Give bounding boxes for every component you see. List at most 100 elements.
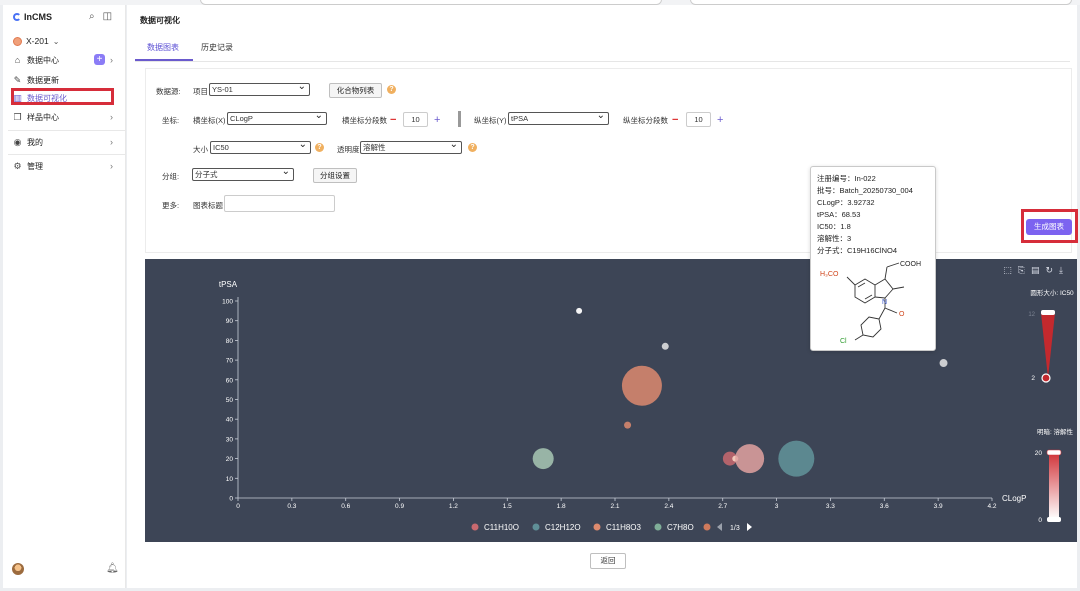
search-icon[interactable]: ⌕ <box>89 12 95 22</box>
brand[interactable]: InCMS <box>13 12 52 22</box>
x-tick-label: 0.9 <box>395 503 404 510</box>
x-tick-label: 3.9 <box>934 503 943 510</box>
group-settings-button[interactable]: 分组设置 <box>313 168 357 183</box>
group-select[interactable]: 分子式 <box>192 166 294 181</box>
data-point <box>532 448 554 470</box>
y-tick-label: 90 <box>226 318 234 325</box>
chart-title-label: 图表标题 <box>193 201 223 210</box>
sidebar-item-label: 数据中心 <box>27 55 59 65</box>
struct-n-label: N <box>882 299 887 306</box>
y-segments-increment[interactable]: + <box>717 115 723 126</box>
struct-methoxy-label: H₃CO <box>820 271 839 278</box>
size-legend-handle-bottom <box>1041 373 1051 383</box>
y-axis-select[interactable]: tPSA <box>508 110 609 125</box>
help-icon[interactable]: ? <box>468 143 477 152</box>
project-label: 项目 <box>193 87 208 96</box>
sidebar-item-data-visualization[interactable]: ▥ 数据可视化 <box>11 88 123 105</box>
pencil-icon: ✎ <box>13 74 22 85</box>
data-point <box>778 440 815 477</box>
bubble-chart[interactable]: tPSA CLogP 0 10 20 30 40 50 60 70 80 90 100 0 0.3 0.6 0.… <box>145 259 1077 542</box>
bell-icon[interactable]: 🔔︎ <box>106 563 119 574</box>
divider <box>8 130 125 131</box>
data-view-icon[interactable]: ▤ <box>1031 266 1040 275</box>
data-point <box>735 444 765 474</box>
chevron-right-icon: › <box>110 55 113 65</box>
chevron-right-icon: › <box>110 112 113 122</box>
x-segments-increment[interactable]: + <box>434 115 440 126</box>
y-segments-decrement[interactable]: − <box>672 115 678 126</box>
y-tick-label: 0 <box>229 496 233 503</box>
x-axis-select[interactable]: CLogP <box>227 110 327 125</box>
workspace-selector[interactable]: X-201 ⌄ <box>13 36 59 46</box>
x-tick-label: 0 <box>236 503 240 510</box>
brand-name: InCMS <box>24 12 52 22</box>
x-tick-label: 1.5 <box>503 503 512 510</box>
size-legend-gradient <box>1041 313 1055 378</box>
tab-data-chart[interactable]: 数据图表 <box>147 42 179 53</box>
legend-page: 1/3 <box>730 525 740 532</box>
project-select[interactable]: YS-01 <box>209 81 310 96</box>
sidebar-item-label: 样品中心 <box>27 112 59 122</box>
collapse-sidebar-icon[interactable]: ◫ <box>103 12 112 22</box>
legend-next-arrow <box>747 523 752 531</box>
generate-chart-button[interactable]: 生成图表 <box>1026 219 1072 235</box>
restore-icon[interactable]: ↻ <box>1045 266 1053 275</box>
y-segments-label: 纵坐标分段数 <box>623 116 668 125</box>
x-tick-label: 3.3 <box>826 503 835 510</box>
x-axis-title: CLogP <box>1002 494 1026 503</box>
point-tooltip: 注册编号：In-022 批号：Batch_20250730_004 CLogP：… <box>810 166 936 351</box>
opacity-legend-min: 0 <box>1038 517 1042 524</box>
help-icon[interactable]: ? <box>315 143 324 152</box>
legend-marker <box>593 523 601 531</box>
legend-prev-arrow <box>717 523 722 531</box>
sidebar-item-data-center[interactable]: ⌂ 数据中心 + › <box>13 53 123 67</box>
page-title: 数据可视化 <box>140 16 180 25</box>
download-icon[interactable]: ⤓ <box>1059 266 1063 275</box>
logo-icon <box>13 13 21 21</box>
opacity-select[interactable]: 溶解性 <box>360 139 462 154</box>
x-segments-decrement[interactable]: − <box>390 115 396 126</box>
y-axis-title: tPSA <box>219 280 238 289</box>
struct-cooh-label: COOH <box>900 261 921 268</box>
sidebar-item-admin[interactable]: ⚙ 管理 › <box>13 159 123 173</box>
legend-label: C12H12O <box>545 523 581 532</box>
compound-list-button[interactable]: 化合物列表 <box>329 83 382 98</box>
chart-title-input[interactable] <box>224 195 335 212</box>
opacity-legend-handle-top <box>1046 449 1062 456</box>
x-segments-input[interactable]: 10 <box>403 112 428 127</box>
data-point <box>939 359 948 368</box>
y-tick-label: 80 <box>226 338 234 345</box>
sidebar-item-label: 数据更新 <box>27 75 59 85</box>
add-icon[interactable]: + <box>94 54 105 65</box>
sidebar-item-mine[interactable]: ◉ 我的 › <box>13 135 123 149</box>
x-axis-label: 横坐标(X) <box>193 116 226 125</box>
tab-history[interactable]: 历史记录 <box>201 42 233 53</box>
zoom-reset-icon[interactable]: ⎘ <box>1018 266 1025 275</box>
sidebar-item-label: 管理 <box>27 161 43 171</box>
size-select[interactable]: IC50 <box>210 139 311 154</box>
legend-marker <box>703 523 711 531</box>
y-segments-input[interactable]: 10 <box>686 112 711 127</box>
zoom-icon[interactable]: ⬚ <box>1003 266 1012 275</box>
opacity-legend-handle-bottom <box>1047 517 1061 522</box>
sidebar-item-sample-center[interactable]: ❒ 样品中心 › <box>13 110 123 124</box>
box-icon: ❒ <box>13 111 22 122</box>
x-tick-label: 3 <box>775 503 779 510</box>
sidebar-item-data-update[interactable]: ✎ 数据更新 <box>13 73 123 87</box>
x-tick-label: 2.7 <box>718 503 727 510</box>
size-legend-handle-top <box>1041 310 1055 315</box>
legend-label: C11H10O <box>484 523 519 532</box>
y-tick-label: 30 <box>226 436 234 443</box>
avatar[interactable] <box>12 563 24 575</box>
size-label: 大小 <box>193 145 208 154</box>
data-point <box>621 365 662 406</box>
help-icon[interactable]: ? <box>387 85 396 94</box>
y-tick-label: 20 <box>226 456 234 463</box>
y-tick-label: 10 <box>226 476 234 483</box>
divider <box>8 154 125 155</box>
x-tick-label: 2.1 <box>610 503 619 510</box>
y-tick-label: 70 <box>226 358 234 365</box>
y-tick-label: 50 <box>226 397 234 404</box>
x-tick-label: 0.3 <box>287 503 296 510</box>
return-button[interactable]: 返回 <box>590 553 626 569</box>
